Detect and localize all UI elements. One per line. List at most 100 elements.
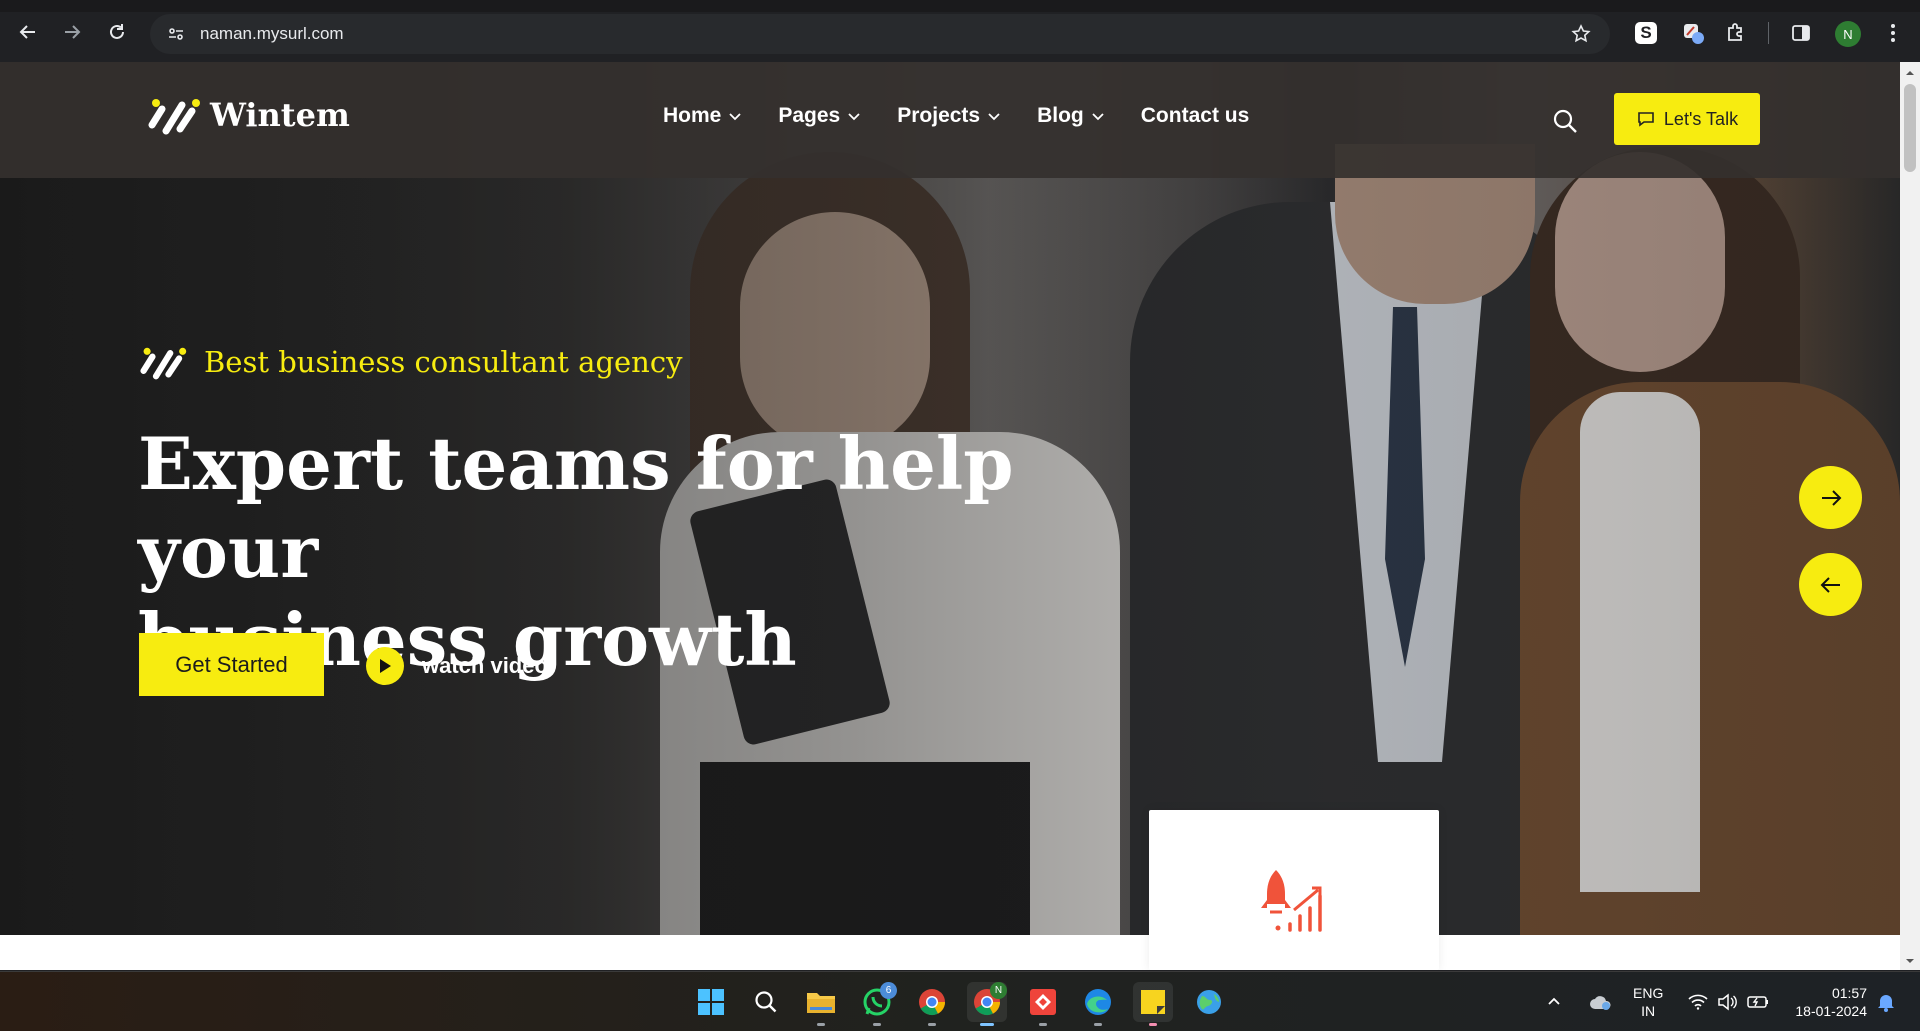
language-code: ENG <box>1633 985 1664 1001</box>
extension-puzzle-color-icon[interactable] <box>1680 20 1706 46</box>
chrome-incognito-button[interactable] <box>912 982 952 1026</box>
hero-tagline: Best business consultant agency <box>140 344 682 380</box>
running-indicator <box>1149 1023 1157 1026</box>
chevron-down-icon <box>988 113 1000 121</box>
taskbar-search-button[interactable] <box>746 982 786 1022</box>
onedrive-tray-button[interactable] <box>1586 982 1616 1022</box>
nav-contact[interactable]: Contact us <box>1141 104 1250 128</box>
nav-blog[interactable]: Blog <box>1037 104 1105 128</box>
battery-tray-button[interactable] <box>1745 982 1771 1022</box>
file-explorer-button[interactable] <box>801 982 841 1026</box>
toolbar-divider <box>1768 22 1769 44</box>
nav-pages[interactable]: Pages <box>778 104 861 128</box>
edge-icon <box>1085 989 1111 1015</box>
nav-home-label: Home <box>663 104 722 127</box>
play-icon[interactable] <box>366 647 404 685</box>
wifi-icon <box>1688 994 1708 1010</box>
scrollbar-thumb[interactable] <box>1904 84 1916 172</box>
notifications-button[interactable] <box>1872 982 1900 1022</box>
side-panel-icon[interactable] <box>1788 20 1814 46</box>
back-button[interactable] <box>14 18 42 46</box>
folder-icon <box>807 993 835 1013</box>
nav-projects[interactable]: Projects <box>897 104 1001 128</box>
site-logo[interactable]: Wintem <box>148 95 350 135</box>
nav-projects-label: Projects <box>897 104 981 127</box>
speaker-icon <box>1718 993 1737 1011</box>
running-indicator <box>928 1023 936 1026</box>
windows-taskbar: 6 N ENG IN 01:57 18-01-2024 <box>0 971 1920 1031</box>
hero-headline-line1: Expert teams for help your <box>138 421 1014 594</box>
url-text[interactable]: naman.mysurl.com <box>200 24 344 44</box>
feature-card <box>1149 810 1439 970</box>
arrow-left-icon <box>1820 576 1840 593</box>
tagline-text: Best business consultant agency <box>204 345 683 379</box>
forward-arrow-icon <box>65 25 81 39</box>
wifi-tray-button[interactable] <box>1686 982 1710 1022</box>
chevron-up-icon <box>1548 997 1560 1005</box>
edge-button[interactable] <box>1078 982 1118 1026</box>
page-viewport: Wintem Home Pages Projects Blog Contact … <box>0 62 1900 970</box>
browser-toolbar: naman.mysurl.com S N <box>0 0 1920 62</box>
profile-avatar[interactable]: N <box>1835 21 1861 47</box>
slider-prev-button[interactable] <box>1799 553 1862 616</box>
cloud-icon <box>1590 996 1611 1010</box>
site-info-icon[interactable] <box>162 20 190 48</box>
reload-icon <box>110 24 124 39</box>
scroll-down-arrow-icon[interactable] <box>1905 956 1915 966</box>
running-indicator <box>817 1023 825 1026</box>
chrome-active-button[interactable]: N <box>967 982 1007 1026</box>
sticky-notes-icon <box>1141 990 1165 1014</box>
chat-bubble-icon <box>1638 112 1654 127</box>
nav-contact-label: Contact us <box>1140 104 1250 127</box>
tagline-logo-mark-icon <box>140 347 187 380</box>
logo-text: Wintem <box>210 96 350 134</box>
whatsapp-button[interactable]: 6 <box>857 982 897 1026</box>
bookmark-star-icon[interactable] <box>1568 21 1594 47</box>
page-scrollbar[interactable] <box>1900 62 1920 970</box>
windows-logo-icon <box>698 989 724 1015</box>
region-code: IN <box>1641 1003 1656 1019</box>
language-indicator[interactable]: ENG IN <box>1633 984 1663 1020</box>
nav-home[interactable]: Home <box>663 104 742 128</box>
lets-talk-button[interactable]: Let's Talk <box>1614 93 1760 145</box>
chevron-down-icon <box>848 113 860 121</box>
system-clock[interactable]: 01:57 18-01-2024 <box>1783 984 1867 1020</box>
scroll-up-arrow-icon[interactable] <box>1905 68 1915 78</box>
search-icon <box>755 991 777 1013</box>
extension-s-icon[interactable]: S <box>1635 22 1657 44</box>
nav-pages-label: Pages <box>778 104 841 127</box>
chrome-icon <box>919 989 946 1016</box>
chevron-down-icon <box>1092 113 1104 121</box>
volume-tray-button[interactable] <box>1715 982 1739 1022</box>
menu-kebab-icon[interactable] <box>1880 20 1906 46</box>
logo-mark-icon <box>148 99 200 135</box>
clock-time: 01:57 <box>1831 985 1867 1001</box>
show-hidden-icons-button[interactable] <box>1542 982 1566 1022</box>
search-button[interactable] <box>1550 106 1580 136</box>
battery-charging-icon <box>1747 996 1768 1008</box>
lets-talk-label: Let's Talk <box>1663 108 1739 129</box>
running-indicator <box>1039 1023 1047 1026</box>
running-indicator <box>873 1023 881 1026</box>
anydesk-button[interactable] <box>1023 982 1063 1026</box>
hero-section: Wintem Home Pages Projects Blog Contact … <box>0 62 1900 935</box>
bell-icon <box>1878 995 1894 1012</box>
active-indicator <box>980 1023 994 1026</box>
nav-blog-label: Blog <box>1037 104 1084 127</box>
back-arrow-icon <box>19 25 35 39</box>
slider-next-button[interactable] <box>1799 466 1862 529</box>
forward-button[interactable] <box>58 18 86 46</box>
address-bar[interactable]: naman.mysurl.com <box>150 14 1610 54</box>
notification-badge: 6 <box>880 982 897 999</box>
watch-video-label: watch video <box>422 653 548 678</box>
search-icon <box>1553 109 1577 133</box>
main-navigation: Home Pages Projects Blog Contact us <box>663 104 1249 128</box>
extensions-icon[interactable] <box>1723 20 1749 46</box>
rocket-growth-icon <box>1261 870 1322 932</box>
get-started-button[interactable]: Get Started <box>139 633 324 696</box>
globe-app-button[interactable] <box>1189 982 1229 1022</box>
watch-video-link[interactable]: watch video <box>366 647 548 685</box>
reload-button[interactable] <box>103 18 131 46</box>
start-button[interactable] <box>691 982 731 1022</box>
sticky-notes-button[interactable] <box>1133 982 1173 1026</box>
